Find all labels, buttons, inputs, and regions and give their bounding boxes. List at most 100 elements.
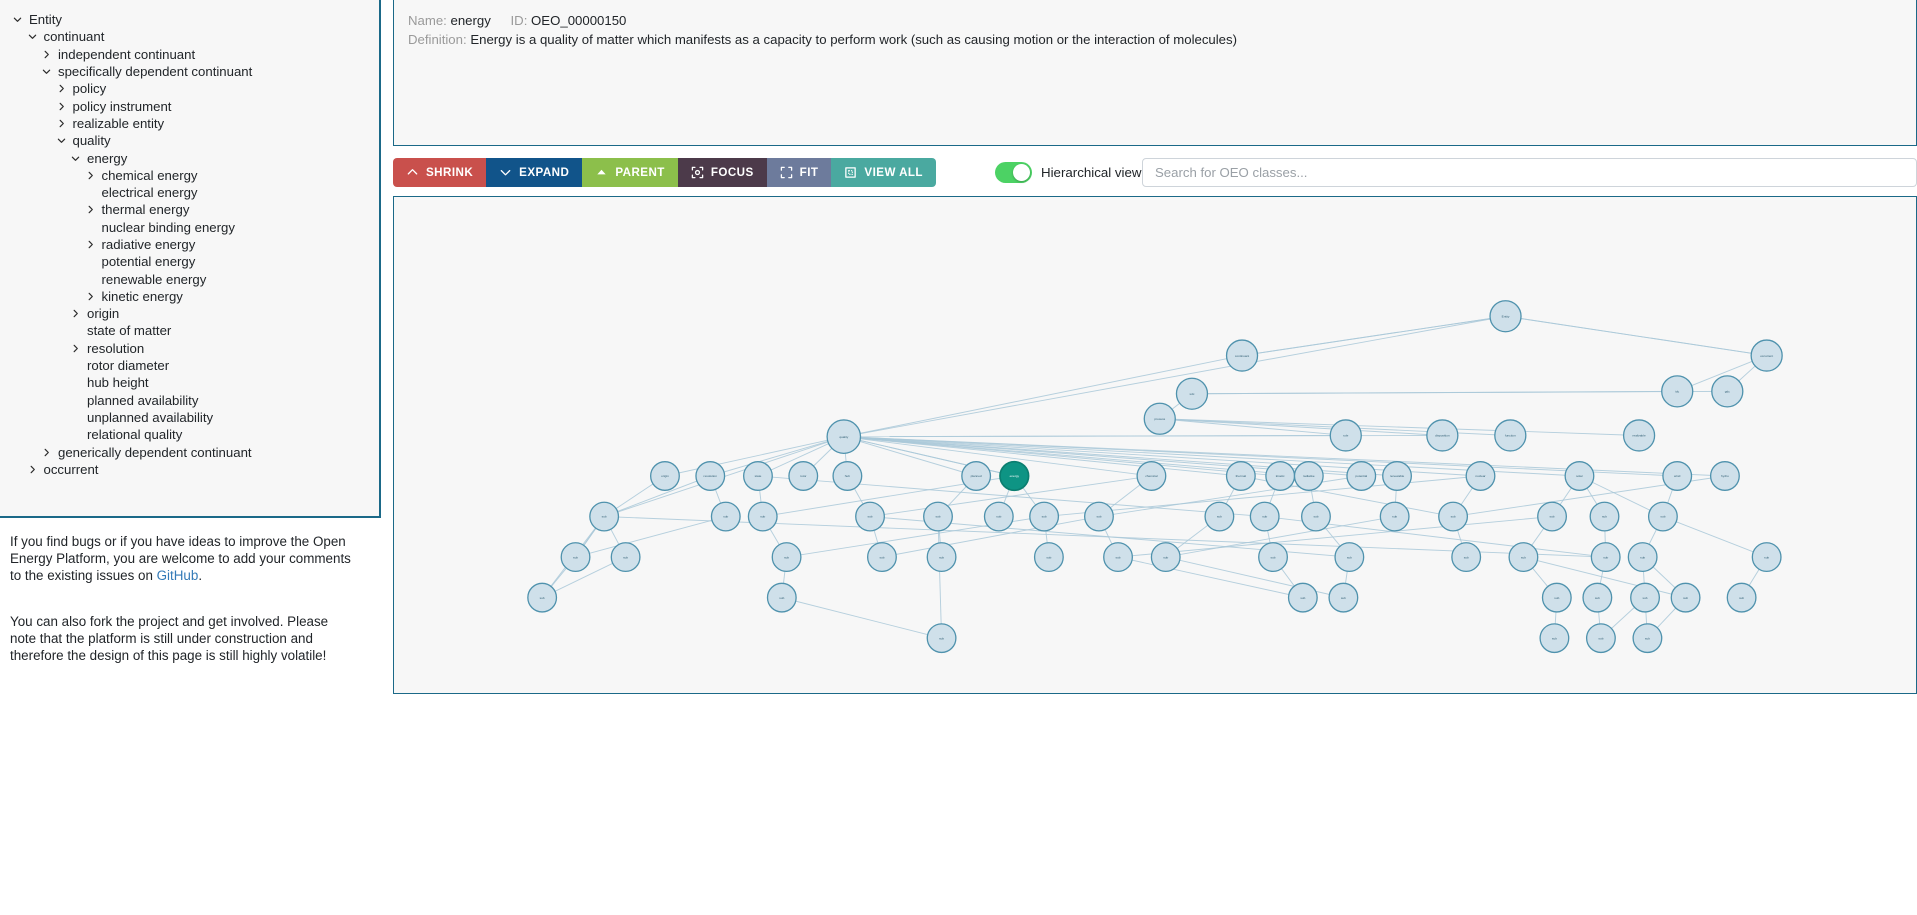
tree-item-renewable-energy[interactable]: renewable energy — [0, 270, 379, 287]
fit-button[interactable]: FIT — [766, 158, 832, 187]
graph-node[interactable]: wind — [1662, 461, 1693, 491]
view-all-button[interactable]: VIEW ALL — [831, 158, 936, 187]
graph-node[interactable]: sub — [983, 501, 1014, 532]
graph-node[interactable]: solar — [1564, 461, 1595, 491]
graph-node[interactable]: sub — [866, 542, 897, 573]
expand-button[interactable]: EXPAND — [486, 158, 583, 187]
graph-node[interactable]: sub — [1726, 582, 1757, 613]
chevron-right-icon[interactable] — [54, 102, 69, 111]
graph-node[interactable]: sub — [1508, 542, 1539, 573]
tree-item-policy[interactable]: policy — [0, 80, 379, 97]
graph-node[interactable]: sub — [1300, 501, 1331, 532]
hierarchical-view-toggle[interactable] — [995, 162, 1032, 183]
graph-node[interactable]: sub — [1103, 542, 1134, 573]
graph-node[interactable]: process — [1143, 402, 1176, 435]
parent-button[interactable]: PARENT — [582, 158, 678, 187]
tree-item-resolution[interactable]: resolution — [0, 340, 379, 357]
tree-item-continuant[interactable]: continuant — [0, 28, 379, 45]
tree-item-relational-quality[interactable]: relational quality — [0, 426, 379, 443]
chevron-right-icon[interactable] — [83, 171, 98, 180]
tree-item-occurrent[interactable]: occurrent — [0, 461, 379, 478]
graph-node-selected[interactable]: energy — [999, 460, 1030, 492]
graph-node[interactable]: sub — [771, 542, 802, 573]
graph-node[interactable]: sub — [1258, 542, 1289, 573]
graph-node[interactable]: sub — [589, 501, 620, 532]
graph-node[interactable]: sub — [855, 501, 886, 532]
graph-node[interactable]: thermal — [1225, 461, 1256, 491]
tree-item-rotor-diameter[interactable]: rotor diameter — [0, 357, 379, 374]
graph-node[interactable]: sub — [1630, 582, 1661, 613]
tree-item-Entity[interactable]: Entity — [0, 11, 379, 28]
chevron-right-icon[interactable] — [54, 84, 69, 93]
graph-node[interactable]: sub — [1287, 582, 1318, 613]
tree-item-potential-energy[interactable]: potential energy — [0, 253, 379, 270]
graph-node[interactable]: radiative — [1293, 461, 1324, 491]
graph-node[interactable]: renewable — [1382, 461, 1413, 491]
tree-item-radiative-energy[interactable]: radiative energy — [0, 236, 379, 253]
graph-node[interactable]: sub — [766, 582, 797, 613]
tree-item-chemical-energy[interactable]: chemical energy — [0, 167, 379, 184]
graph-node[interactable]: sdc — [1175, 377, 1209, 410]
chevron-right-icon[interactable] — [25, 465, 40, 474]
graph-node[interactable]: role — [1329, 419, 1362, 452]
graph-node[interactable]: sub — [1537, 501, 1568, 532]
tree-item-generically-dependent-continuant[interactable]: generically dependent continuant — [0, 443, 379, 460]
graph-node[interactable]: sub — [1379, 501, 1410, 532]
graph-node[interactable]: sub — [1438, 501, 1469, 532]
graph-node[interactable]: sub — [1590, 542, 1621, 573]
graph-node[interactable]: sub — [1632, 623, 1663, 654]
graph-node[interactable]: state — [742, 461, 773, 491]
graph-node[interactable]: sub — [1029, 501, 1060, 532]
graph-node[interactable]: Entity — [1489, 300, 1522, 333]
graph-node[interactable]: sub — [1647, 501, 1678, 532]
chevron-down-icon[interactable] — [68, 154, 83, 163]
graph-node[interactable]: sub — [747, 501, 778, 532]
graph-node[interactable]: sub — [1083, 501, 1114, 532]
tree-item-specifically-dependent-continuant[interactable]: specifically dependent continuant — [0, 63, 379, 80]
graph-node[interactable]: hub — [832, 461, 863, 491]
graph-node[interactable]: sub — [1033, 542, 1064, 573]
chevron-right-icon[interactable] — [39, 50, 54, 59]
graph-node[interactable]: sub — [926, 623, 957, 654]
chevron-right-icon[interactable] — [83, 292, 98, 301]
graph-node[interactable]: sub — [560, 542, 591, 573]
graph-node[interactable]: kinetic — [1265, 461, 1296, 491]
graph-node[interactable]: sub — [1539, 623, 1570, 654]
graph-node[interactable]: sub — [1627, 542, 1658, 573]
graph-node[interactable]: nuclear — [1465, 461, 1496, 491]
chevron-right-icon[interactable] — [68, 309, 83, 318]
chevron-right-icon[interactable] — [83, 205, 98, 214]
graph-node[interactable]: sub — [1751, 542, 1782, 573]
tree-item-state-of-matter[interactable]: state of matter — [0, 322, 379, 339]
chevron-right-icon[interactable] — [54, 119, 69, 128]
tree-item-unplanned-availability[interactable]: unplanned availability — [0, 409, 379, 426]
tree-item-planned-availability[interactable]: planned availability — [0, 392, 379, 409]
graph-node[interactable]: disposition — [1426, 419, 1459, 452]
search-input[interactable] — [1142, 158, 1917, 187]
graph-node[interactable]: sub — [923, 501, 953, 532]
graph-node[interactable]: sub — [1204, 501, 1235, 532]
shrink-button[interactable]: SHRINK — [393, 158, 487, 187]
chevron-down-icon[interactable] — [10, 15, 25, 24]
graph-node[interactable]: rotor — [788, 461, 819, 491]
tree-item-electrical-energy[interactable]: electrical energy — [0, 184, 379, 201]
graph-node[interactable]: idc — [1661, 375, 1694, 408]
graph-node[interactable]: sub — [527, 582, 558, 613]
ontology-tree-panel[interactable]: Entity continuant independent continuant sp… — [0, 0, 381, 518]
graph-node[interactable]: planned — [961, 461, 992, 491]
graph-node[interactable]: sub — [1589, 501, 1620, 532]
graph-node[interactable]: resolution — [695, 461, 726, 491]
graph-node[interactable]: sub — [1451, 542, 1482, 573]
tree-item-policy-instrument[interactable]: policy instrument — [0, 97, 379, 114]
github-link[interactable]: GitHub — [157, 568, 199, 583]
graph-node[interactable]: sub — [926, 542, 957, 573]
ontology-graph-panel[interactable]: Entity continuant occurrent sdc idc gdc qualit… — [393, 196, 1917, 694]
graph-node[interactable]: sub — [1541, 582, 1572, 613]
graph-node[interactable]: sub — [710, 501, 741, 532]
focus-button[interactable]: FOCUS — [677, 158, 767, 187]
chevron-right-icon[interactable] — [39, 448, 54, 457]
ontology-graph-svg[interactable]: Entity continuant occurrent sdc idc gdc qualit… — [394, 197, 1916, 693]
graph-node[interactable]: potential — [1346, 461, 1377, 491]
graph-node[interactable]: sub — [1582, 582, 1613, 613]
tree-item-quality[interactable]: quality — [0, 132, 379, 149]
